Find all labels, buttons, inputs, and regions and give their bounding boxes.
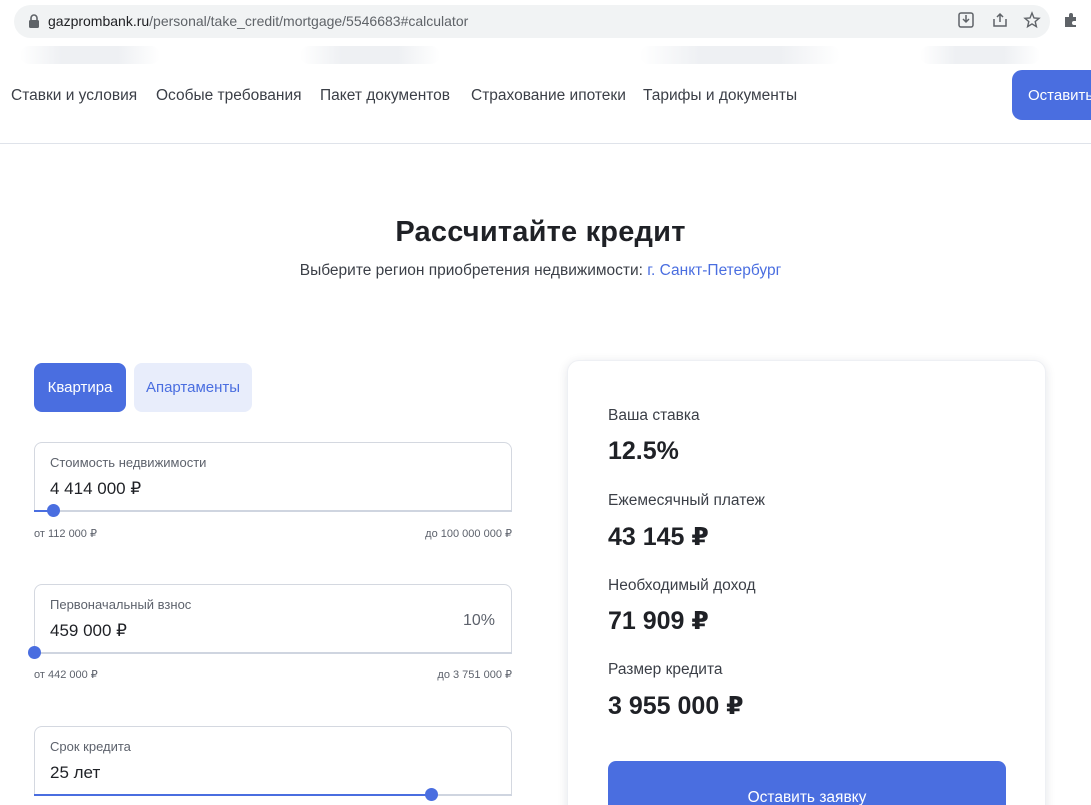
nav-link-tariffs[interactable]: Тарифы и документы xyxy=(643,87,797,105)
install-app-icon[interactable] xyxy=(957,11,975,29)
monthly-payment-label: Ежемесячный платеж xyxy=(608,492,765,509)
extensions-icon[interactable] xyxy=(1062,11,1080,29)
required-income-value: 71 909 ₽ xyxy=(608,607,709,635)
result-card: Ваша ставка 12.5% Ежемесячный платеж 43 … xyxy=(567,360,1046,805)
share-icon[interactable] xyxy=(991,11,1009,29)
submit-application-button[interactable]: Оставить заявку xyxy=(608,761,1006,805)
nav-link-insurance[interactable]: Страхование ипотеки xyxy=(471,87,626,105)
tab-apartments-commercial[interactable]: Апартаменты xyxy=(134,363,252,412)
region-link[interactable]: г. Санкт-Петербург xyxy=(647,262,781,279)
down-payment-slider[interactable] xyxy=(28,646,512,659)
required-income-label: Необходимый доход xyxy=(608,577,756,594)
property-price-max: до 100 000 000 ₽ xyxy=(425,528,512,540)
loan-amount-label: Размер кредита xyxy=(608,661,723,678)
property-price-field[interactable]: Стоимость недвижимости 4 414 000 ₽ xyxy=(34,442,512,511)
down-payment-field[interactable]: Первоначальный взнос 459 000 ₽ 10% xyxy=(34,584,512,653)
loan-term-input[interactable]: 25 лет xyxy=(50,763,100,783)
property-price-label: Стоимость недвижимости xyxy=(50,455,207,470)
rate-label: Ваша ставка xyxy=(608,407,700,424)
nav-link-documents[interactable]: Пакет документов xyxy=(320,87,450,105)
loan-amount-value: 3 955 000 ₽ xyxy=(608,692,744,720)
address-bar[interactable]: gazprombank.ru/personal/take_credit/mort… xyxy=(14,5,1050,38)
url-path: /personal/take_credit/mortgage/5546683#c… xyxy=(149,13,469,29)
rate-value: 12.5% xyxy=(608,437,679,465)
loan-term-label: Срок кредита xyxy=(50,739,131,754)
url-host: gazprombank.ru xyxy=(48,13,150,29)
tab-apartment[interactable]: Квартира xyxy=(34,363,126,412)
property-price-slider[interactable] xyxy=(34,504,512,517)
blurred-header-fragment xyxy=(300,46,440,64)
down-payment-percent: 10% xyxy=(462,612,495,629)
nav-link-requirements[interactable]: Особые требования xyxy=(156,87,302,105)
url-text[interactable]: gazprombank.ru/personal/take_credit/mort… xyxy=(48,13,468,29)
loan-term-slider-fill xyxy=(34,794,431,796)
monthly-payment-value: 43 145 ₽ xyxy=(608,523,709,551)
property-price-slider-thumb[interactable] xyxy=(47,504,61,517)
down-payment-input[interactable]: 459 000 ₽ xyxy=(50,621,127,641)
site-nav: Ставки и условия Особые требования Пакет… xyxy=(0,44,1091,144)
down-payment-label: Первоначальный взнос xyxy=(50,597,192,612)
property-price-input[interactable]: 4 414 000 ₽ xyxy=(50,479,141,499)
down-payment-max: до 3 751 000 ₽ xyxy=(437,669,512,681)
blurred-header-fragment xyxy=(20,46,160,64)
loan-term-field[interactable]: Срок кредита 25 лет xyxy=(34,726,512,795)
bookmark-star-icon[interactable] xyxy=(1023,11,1041,29)
calculator-title: Рассчитайте кредит xyxy=(395,216,686,248)
loan-term-slider[interactable] xyxy=(34,788,512,801)
region-prompt: Выберите регион приобретения недвижимост… xyxy=(299,262,643,279)
lock-icon[interactable] xyxy=(28,14,40,28)
nav-apply-button[interactable]: Оставить з xyxy=(1012,70,1091,120)
blurred-header-fragment xyxy=(640,46,840,64)
down-payment-slider-thumb[interactable] xyxy=(28,646,41,659)
nav-link-rates[interactable]: Ставки и условия xyxy=(11,87,137,105)
region-selector-line: Выберите регион приобретения недвижимост… xyxy=(0,262,1081,280)
blurred-header-fragment xyxy=(920,46,1040,64)
property-price-min: от 112 000 ₽ xyxy=(34,528,97,540)
down-payment-min: от 442 000 ₽ xyxy=(34,669,98,681)
loan-term-slider-thumb[interactable] xyxy=(424,788,438,801)
browser-toolbar: gazprombank.ru/personal/take_credit/mort… xyxy=(0,0,1091,44)
